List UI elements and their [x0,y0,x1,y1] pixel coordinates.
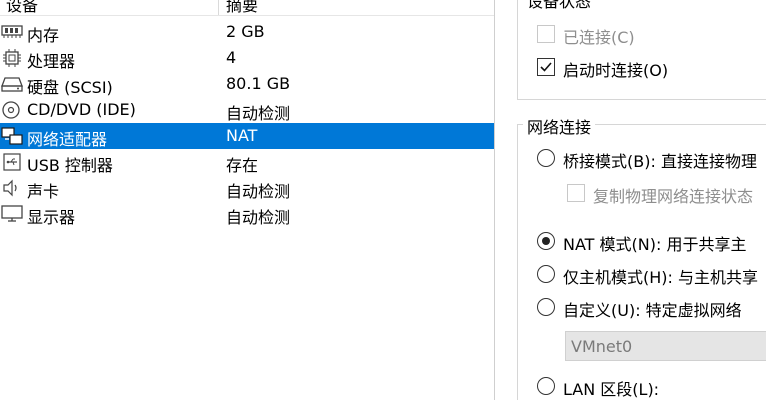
device-label: 内存 [27,26,60,45]
processor-icon [1,49,25,67]
device-status-title: 设备状态 [523,0,596,12]
device-label: 硬盘 (SCSI) [27,78,113,97]
bridged-mode-label: 桥接模式(B): 直接连接物理 [563,152,757,171]
connected-label: 已连接(C) [563,28,635,47]
custom-network-dropdown[interactable]: VMnet0 [565,331,766,361]
vm-settings-window: 设备 摘要 内存 2 GB 处理器 4 硬盘 (SCSI) 80.1 GB CD… [0,0,766,400]
column-header-summary[interactable]: 摘要 [226,0,258,16]
device-row-cd-dvd[interactable]: CD/DVD (IDE) 自动检测 [0,97,494,123]
device-summary: 80.1 GB [226,74,291,93]
device-summary: NAT [226,126,258,145]
device-summary: 自动检测 [226,104,291,123]
device-label: USB 控制器 [27,156,113,175]
settings-panel: 设备状态 已连接(C) 启动时连接(O) 网络连接 桥接模式(B): 直接连接物… [495,0,766,400]
custom-network-value: VMnet0 [571,337,633,356]
checkmark-icon [540,62,552,72]
hard-disk-icon [1,75,25,93]
device-summary: 自动检测 [226,182,291,201]
custom-network-label: 自定义(U): 特定虚拟网络 [563,301,742,320]
network-adapter-icon [1,127,25,145]
bridged-mode-radio[interactable] [537,149,555,167]
device-row-network-adapter[interactable]: 网络适配器 NAT [0,123,494,149]
device-label: 处理器 [27,52,76,71]
device-status-group [517,0,766,100]
device-label: 网络适配器 [27,130,108,149]
connect-on-start-label: 启动时连接(O) [563,61,669,80]
lan-segment-radio[interactable] [537,377,555,395]
cd-dvd-icon [1,101,25,119]
device-list: 设备 摘要 内存 2 GB 处理器 4 硬盘 (SCSI) 80.1 GB CD… [0,0,494,400]
device-summary: 存在 [226,156,259,175]
column-separator[interactable] [218,0,219,16]
device-label: 显示器 [27,208,76,227]
device-row-processor[interactable]: 处理器 4 [0,45,494,71]
sound-card-icon [1,179,25,197]
header-divider [0,15,494,16]
column-header-device[interactable]: 设备 [6,0,38,16]
device-row-display[interactable]: 显示器 自动检测 [0,201,494,227]
usb-icon [1,153,25,171]
display-icon [1,205,25,223]
device-label: 声卡 [27,182,60,201]
device-row-usb-controller[interactable]: USB 控制器 存在 [0,149,494,175]
lan-segment-label: LAN 区段(L): [563,380,660,399]
list-header: 设备 摘要 [0,0,494,16]
host-only-mode-label: 仅主机模式(H): 与主机共享 [563,268,758,287]
device-summary: 4 [226,48,237,67]
device-summary: 2 GB [226,22,265,41]
device-row-sound-card[interactable]: 声卡 自动检测 [0,175,494,201]
device-row-hard-disk[interactable]: 硬盘 (SCSI) 80.1 GB [0,71,494,97]
connected-checkbox[interactable] [537,25,555,43]
device-summary: 自动检测 [226,208,291,227]
connect-on-start-checkbox[interactable] [537,58,555,76]
device-label: CD/DVD (IDE) [27,100,136,119]
network-connection-title: 网络连接 [523,114,596,138]
radio-selected-dot [542,237,550,245]
replicate-state-checkbox[interactable] [567,184,585,202]
device-row-memory[interactable]: 内存 2 GB [0,19,494,45]
memory-icon [1,23,25,41]
replicate-state-label: 复制物理网络连接状态 [593,187,754,206]
nat-mode-radio[interactable] [537,232,555,250]
nat-mode-label: NAT 模式(N): 用于共享主 [563,235,747,254]
custom-network-radio[interactable] [537,298,555,316]
host-only-mode-radio[interactable] [537,265,555,283]
